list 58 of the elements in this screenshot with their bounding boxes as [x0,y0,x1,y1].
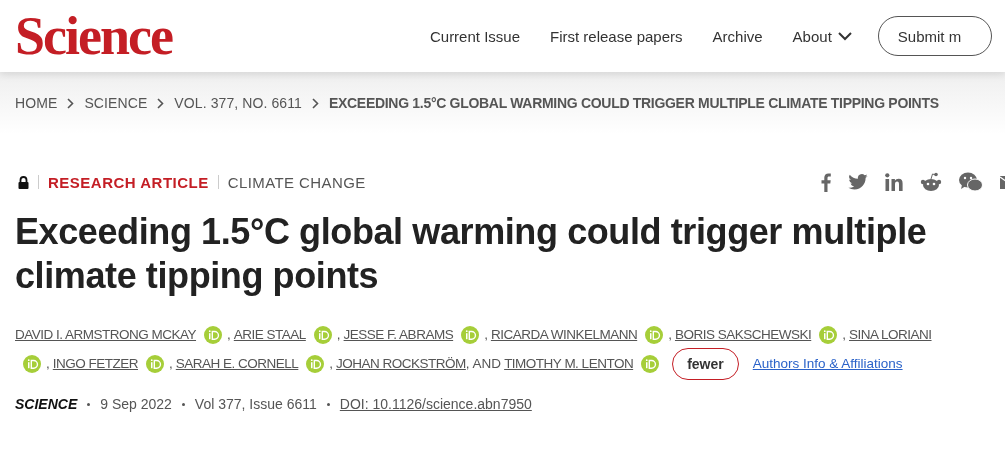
facebook-icon[interactable] [821,172,831,192]
separator-text: , [842,327,846,342]
section-link[interactable]: CLIMATE CHANGE [227,173,366,191]
orcid-icon[interactable] [461,325,480,344]
dot-separator-icon [181,402,185,406]
breadcrumb-link[interactable]: VOL. 377, NO. 6611 [174,95,302,111]
separator-text: , [227,327,231,342]
dot-separator-icon [87,402,91,406]
author-link[interactable]: BORIS SAKSCHEWSKI [674,327,812,342]
reddit-icon[interactable] [920,172,942,192]
orcid-icon[interactable] [204,325,223,344]
affiliations-link[interactable]: Authors Info & Affiliations [752,356,903,371]
linkedin-icon[interactable] [885,173,903,191]
chevron-right-icon [311,97,319,109]
article-type-link[interactable]: RESEARCH ARTICLE [48,173,209,191]
orcid-icon[interactable] [23,354,41,373]
orcid-icon[interactable] [819,325,838,344]
breadcrumb-link[interactable]: EXCEEDING 1.5°C GLOBAL WARMING COULD TRIGGER MULTIPLE CLIMATE TIPPING POINTS [328,95,939,111]
chat-bubbles-icon[interactable] [959,172,983,192]
orcid-icon[interactable] [146,354,164,373]
separator-text: , AND [465,356,502,371]
author-link[interactable]: SARAH E. CORNELL [175,356,299,371]
separator-text: , [169,356,173,371]
nav-link[interactable]: Archive [712,27,763,45]
nav-link[interactable]: Current Issue [429,27,520,45]
author-link[interactable]: RICARDA WINKELMANN [490,327,638,342]
separator-text: , [668,327,672,342]
publish-date: 9 Sep 2022 [100,396,172,412]
author-link[interactable]: JOHAN ROCKSTRÖM [336,356,466,371]
author-link[interactable]: TIMOTHY M. LENTON [504,356,634,371]
orcid-icon[interactable] [306,354,325,373]
breadcrumb-link[interactable]: HOME [15,95,58,111]
separator-text: , [46,356,50,371]
fewer-button[interactable]: fewer [672,347,739,380]
author-link[interactable]: ARIE STAAL [233,327,306,342]
dot-separator-icon [326,402,330,406]
author-link[interactable]: SINA LORIANI [849,327,932,342]
chevron-right-icon [67,97,75,109]
article-title: Exceeding 1.5°C global warming could trigger multiple climate tipping points [15,210,928,298]
doi-link[interactable]: DOI: 10.1126/science.abn7950 [339,396,532,412]
submit-button[interactable]: Submit m [877,16,993,56]
volume-issue: Vol 377, Issue 6611 [194,396,317,412]
nav-link[interactable]: About [792,27,852,45]
author-link[interactable]: DAVID I. ARMSTRONG MCKAY [15,327,197,342]
separator-text: , [484,327,488,342]
twitter-icon[interactable] [848,174,868,190]
breadcrumb-link[interactable]: SCIENCE [84,95,148,111]
orcid-icon[interactable] [641,354,660,373]
science-logo[interactable]: Science [15,9,172,63]
orcid-icon[interactable] [645,325,664,344]
separator-text: , [329,356,334,371]
orcid-icon[interactable] [313,325,332,344]
journal-name: SCIENCE [15,396,78,412]
separator-text: , [336,327,341,342]
author-link[interactable]: INGO FETZER [52,356,138,371]
author-link[interactable]: JESSE F. ABRAMS [343,327,454,342]
nav-link[interactable]: First release papers [550,27,683,45]
chevron-right-icon [157,97,165,109]
